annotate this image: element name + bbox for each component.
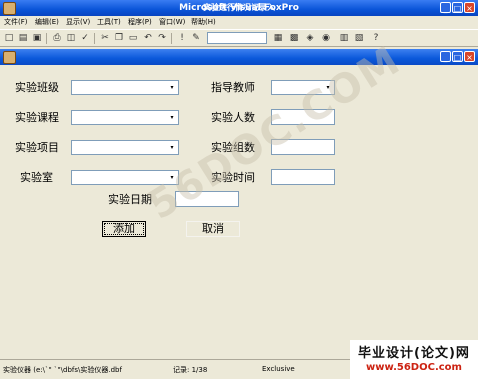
project-label: 实验项目 — [15, 141, 59, 154]
status-record: 记录: 1/38 — [173, 366, 208, 374]
toolbar: □ ▤ ▣ ⎙ ◫ ✓ ✂ ❐ ▭ ↶ ↷ ! ✎ ▦ ▩ ◈ ◉ ▥ ▧ ? — [0, 29, 478, 47]
paste-icon[interactable]: ▭ — [128, 33, 138, 43]
brand-url: www.56DOC.com — [366, 362, 462, 373]
toolbox-icon[interactable]: ▧ — [354, 33, 364, 43]
form-maximize-icon[interactable]: □ — [452, 51, 463, 62]
form-title-bar[interactable] — [0, 49, 478, 65]
form-close-icon[interactable]: × — [464, 51, 475, 62]
new-file-icon[interactable]: □ — [4, 33, 14, 43]
menu-bar: 文件(F) 编辑(E) 显示(V) 工具(T) 程序(P) 窗口(W) 帮助(H… — [0, 16, 478, 29]
undo-icon[interactable]: ↶ — [143, 33, 153, 43]
brand-title: 毕业设计(论文)网 — [358, 346, 470, 361]
project-combo[interactable]: ▾ — [71, 140, 179, 155]
cut-icon[interactable]: ✂ — [100, 33, 110, 43]
menu-file[interactable]: 文件(F) — [4, 16, 28, 29]
teacher-label: 指导教师 — [211, 81, 255, 94]
course-combo[interactable]: ▾ — [71, 110, 179, 125]
redo-icon[interactable]: ↷ — [157, 33, 167, 43]
menu-program[interactable]: 程序(P) — [128, 16, 152, 29]
data-session-icon[interactable]: ▩ — [289, 33, 299, 43]
print-preview-icon[interactable]: ◫ — [66, 33, 76, 43]
class-combo[interactable]: ▾ — [71, 80, 179, 95]
cancel-button[interactable]: 取消 — [186, 221, 240, 237]
toolbar-separator — [46, 33, 47, 44]
class-label: 实验班级 — [15, 81, 59, 94]
spell-check-icon[interactable]: ✓ — [80, 33, 90, 43]
copy-icon[interactable]: ❐ — [114, 33, 124, 43]
toolbar-separator — [94, 33, 95, 44]
chevron-down-icon[interactable]: ▾ — [167, 82, 177, 93]
chevron-down-icon[interactable]: ▾ — [167, 142, 177, 153]
menu-tools[interactable]: 工具(T) — [97, 16, 121, 29]
print-icon[interactable]: ⎙ — [52, 33, 62, 43]
room-label: 实验室 — [20, 171, 53, 184]
menu-window[interactable]: 窗口(W) — [159, 16, 185, 29]
save-icon[interactable]: ▣ — [32, 33, 42, 43]
form-body: 实验班级 ▾ 实验课程 ▾ 实验项目 ▾ 实验室 ▾ 指导教师 ▾ 实验人数 实… — [0, 65, 478, 359]
run-icon[interactable]: ! — [177, 33, 187, 43]
course-label: 实验课程 — [15, 111, 59, 124]
form-title: 实验进行情况记录入 — [203, 3, 275, 12]
form-minimize-icon[interactable]: _ — [440, 51, 451, 62]
command-window-icon[interactable]: ▦ — [273, 33, 283, 43]
form-icon[interactable] — [3, 51, 16, 64]
menu-view[interactable]: 显示(V) — [66, 16, 90, 29]
toolbar-combo[interactable] — [207, 32, 267, 44]
chevron-down-icon[interactable]: ▾ — [167, 112, 177, 123]
brand-banner: 毕业设计(论文)网 www.56DOC.com — [350, 340, 478, 379]
database-designer-icon[interactable]: ◈ — [305, 33, 315, 43]
add-button[interactable]: 添加 — [102, 221, 146, 237]
open-folder-icon[interactable]: ▤ — [18, 33, 28, 43]
status-mode: Exclusive — [262, 365, 295, 373]
menu-edit[interactable]: 编辑(E) — [35, 16, 59, 29]
time-input[interactable] — [271, 169, 335, 185]
menu-help[interactable]: 帮助(H) — [191, 16, 216, 29]
form-designer-icon[interactable]: ◉ — [321, 33, 331, 43]
modify-form-icon[interactable]: ✎ — [191, 33, 201, 43]
status-table-path: 实验仪器 (e:\`" `"\dbfs\实验仪器.dbf — [3, 366, 122, 374]
report-icon[interactable]: ▥ — [339, 33, 349, 43]
toolbar-separator — [171, 33, 172, 44]
